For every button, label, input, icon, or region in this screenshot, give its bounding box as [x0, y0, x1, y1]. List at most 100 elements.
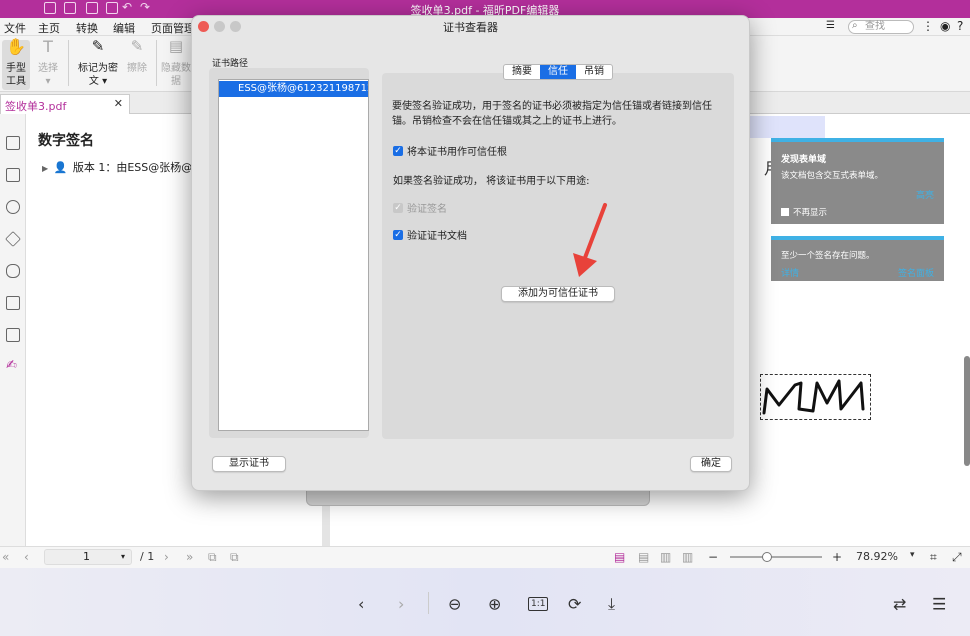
fit-page-icon[interactable]: ⌗ [930, 550, 937, 565]
next-page-icon[interactable]: › [164, 550, 169, 564]
signature-version-item[interactable]: ▶ 👤 版本 1：由ESS@张杨@612 [42, 159, 213, 175]
translate-icon[interactable]: ⇄ [893, 595, 906, 614]
search-options-icon[interactable]: ☰ [826, 20, 835, 31]
more-icon[interactable]: ⋮ [922, 19, 934, 33]
menu-convert[interactable]: 转换 [76, 20, 98, 36]
form-icon[interactable] [6, 328, 20, 342]
verify-doc-checkbox[interactable]: ✓ 验证证书文档 [393, 227, 467, 242]
trust-root-label: 将本证书用作可信任根 [407, 147, 507, 158]
single-page-icon[interactable]: ▤ [614, 550, 625, 564]
divider [428, 592, 429, 614]
next-icon[interactable]: › [398, 595, 404, 614]
comment-icon[interactable] [6, 200, 20, 214]
attachment-icon[interactable] [6, 264, 20, 278]
two-page-icon[interactable]: ▥ [660, 550, 671, 564]
continuous-icon[interactable]: ▤ [638, 550, 649, 564]
copy-view-icon[interactable]: ⧉ [208, 550, 217, 565]
trust-root-checkbox[interactable]: ✓ 将本证书用作可信任根 [393, 143, 507, 158]
vertical-scrollbar[interactable] [964, 356, 970, 466]
zoom-level[interactable]: 78.92% [856, 550, 898, 563]
menu-edit[interactable]: 编辑 [113, 20, 135, 36]
zoom-slider[interactable] [730, 556, 822, 558]
page-dropdown-icon[interactable]: ▾ [121, 550, 125, 564]
erase-icon: ✎ [130, 37, 144, 55]
divider [68, 40, 69, 86]
fullscreen-icon[interactable]: ⤢ [952, 550, 962, 565]
expand-arrow-icon[interactable]: ▶ [42, 164, 48, 173]
redact-pen-icon: ✎ [91, 37, 105, 55]
download-icon[interactable]: ⤓ [608, 594, 615, 614]
prev-page-icon[interactable]: ‹ [24, 550, 29, 564]
zoom-in-icon[interactable]: + [832, 550, 842, 564]
layers-icon[interactable] [5, 231, 21, 247]
hide-data-icon: ▤ [168, 37, 184, 55]
signer-icon: 👤 [53, 161, 68, 174]
zoom-slider-knob[interactable] [762, 552, 772, 562]
text-recognize-icon[interactable]: ☰ [932, 595, 946, 614]
bottom-toolbar: ‹ › ⊖ ⊕ 1:1 ⟳ ⤓ ⇄ ☰ [0, 568, 970, 636]
tab-trust[interactable]: 信任 [540, 65, 576, 79]
close-icon[interactable]: ✕ [114, 97, 123, 110]
hand-icon: ✋ [6, 37, 26, 56]
mark-redact-button[interactable]: ✎ 标记为密 文 ▾ [76, 37, 120, 88]
tab-revocation[interactable]: 吊销 [576, 65, 612, 79]
prev-icon[interactable]: ‹ [358, 595, 364, 614]
menu-page-manage[interactable]: 页面管理 [151, 20, 195, 36]
ok-button[interactable]: 确定 [690, 456, 732, 472]
page-number-input[interactable]: 1 ▾ [44, 549, 132, 565]
checkmark-icon: ✓ [393, 202, 403, 213]
hide-data-label: 隐藏数 [161, 63, 191, 74]
signature-field[interactable] [760, 374, 871, 420]
doc-tab-label: 签收单3.pdf [5, 100, 67, 113]
cert-path-item[interactable]: ESS@张杨@61232119871226 [219, 81, 368, 97]
divider [156, 40, 157, 86]
select-dropdown-icon: ▾ [45, 76, 51, 87]
popup-desc: 至少一个签名存在问题。 [781, 251, 875, 261]
bookmark-icon[interactable] [6, 136, 20, 150]
popup-desc: 该文档包含交互式表单域。 [781, 171, 884, 181]
search-input[interactable]: 查找 [848, 20, 914, 34]
hide-data-button[interactable]: ▤ 隐藏数 据 [160, 37, 192, 88]
zoom-in-icon[interactable]: ⊕ [488, 595, 501, 614]
verify-signature-label: 验证签名 [407, 204, 447, 215]
paste-view-icon[interactable]: ⧉ [230, 550, 239, 565]
zoom-out-icon[interactable]: ⊖ [448, 595, 461, 614]
doc-tab[interactable]: 签收单3.pdf ✕ [0, 94, 130, 114]
page-total: / 1 [140, 550, 155, 563]
certificate-viewer-dialog: 证书查看器 证书路径 ESS@张杨@61232119871226 摘要 信任 吊… [191, 15, 750, 491]
menu-file[interactable]: 文件 [4, 20, 26, 36]
signature-pen-icon[interactable]: ✍ [6, 358, 17, 373]
menu-home[interactable]: 主页 [38, 20, 60, 36]
annotation-arrow [573, 203, 607, 277]
last-page-icon[interactable]: » [186, 550, 193, 564]
cert-path-list[interactable]: ESS@张杨@61232119871226 [218, 79, 369, 431]
actual-size-icon[interactable]: 1:1 [528, 597, 549, 611]
mark-redact-label-2: 文 ▾ [88, 76, 108, 87]
zoom-dropdown-icon[interactable]: ▾ [910, 550, 915, 560]
dont-show-checkbox[interactable]: 不再显示 [781, 206, 827, 218]
zoom-out-icon[interactable]: − [708, 550, 718, 564]
lock-icon[interactable] [6, 296, 20, 310]
trust-description: 要使签名验证成功，用于签名的证书必须被指定为信任锚或者链接到信任锚。吊销检查不会… [392, 101, 712, 127]
help-icon[interactable]: ? [957, 19, 963, 33]
rotate-icon[interactable]: ⟳ [568, 595, 581, 614]
form-field-highlight[interactable] [750, 116, 825, 138]
details-link[interactable]: 详情 [781, 266, 799, 279]
show-cert-button[interactable]: 显示证书 [212, 456, 286, 472]
mark-redact-label: 标记为密 [78, 63, 118, 74]
pages-icon[interactable] [6, 168, 20, 182]
signature-panel-link[interactable]: 签名面板 [898, 266, 934, 279]
two-continuous-icon[interactable]: ▥ [682, 550, 693, 564]
highlight-link[interactable]: 高亮 [916, 188, 934, 201]
add-trusted-cert-button[interactable]: 添加为可信任证书 [501, 286, 615, 302]
form-notice-popup: 发现表单域 该文档包含交互式表单域。 高亮 不再显示 [771, 138, 944, 224]
first-page-icon[interactable]: « [2, 550, 9, 564]
checkbox-box [781, 208, 789, 216]
popup-title: 发现表单域 [781, 155, 827, 165]
hand-tool-button[interactable]: ✋ 手型 工具 [2, 37, 30, 90]
account-icon[interactable]: ◉ [940, 19, 950, 33]
tab-summary[interactable]: 摘要 [504, 65, 540, 79]
select-button[interactable]: T 选择 ▾ [36, 39, 60, 88]
erase-button[interactable]: ✎ 擦除 [124, 37, 150, 75]
signature-notice-popup: 至少一个签名存在问题。 详情 签名面板 [771, 236, 944, 281]
